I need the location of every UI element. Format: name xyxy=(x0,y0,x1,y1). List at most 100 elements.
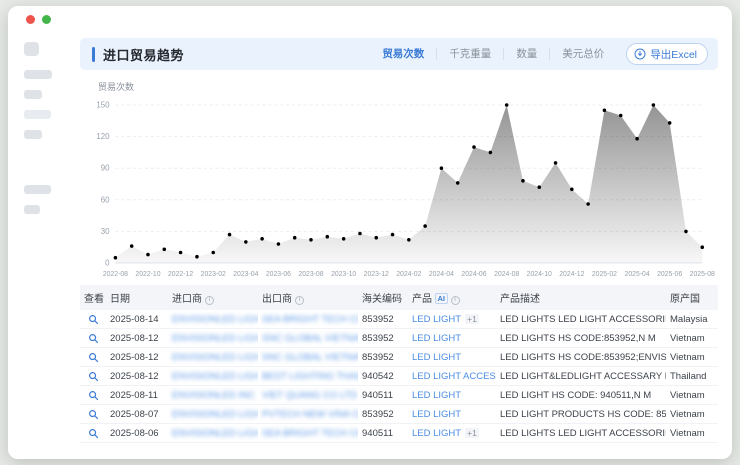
table-row[interactable]: 2025-08-12 ENVISIONLED LIGHTING INC SNC … xyxy=(80,348,718,367)
svg-text:2023-12: 2023-12 xyxy=(364,271,389,278)
window-titlebar xyxy=(8,6,732,32)
svg-text:2023-02: 2023-02 xyxy=(201,271,226,278)
cell-hs-code: 853952 xyxy=(358,348,408,367)
view-search-icon[interactable] xyxy=(88,352,99,363)
product-extra-badge[interactable]: +1 xyxy=(465,314,479,324)
cell-origin-country: Vietnam xyxy=(666,329,718,348)
svg-text:2024-04: 2024-04 xyxy=(429,271,454,278)
product-link[interactable]: LED LIGHT xyxy=(412,428,461,439)
cell-origin-country: Malaysia xyxy=(666,310,718,329)
cell-description: LED LIGHT HS CODE: 940511,N M xyxy=(496,386,666,405)
exporter-link[interactable]: SEA BRIGHT TECH CO LTD xyxy=(262,314,358,325)
cell-origin-country: Vietnam xyxy=(666,348,718,367)
importer-link[interactable]: ENVISIONLED LIGHTING INC xyxy=(172,314,258,325)
window-close-button[interactable] xyxy=(26,15,35,24)
cell-description: LED LIGHTS HS CODE:853952,N M xyxy=(496,329,666,348)
exporter-link[interactable]: SNC GLOBAL VIETNAM CO xyxy=(262,352,358,363)
importer-link[interactable]: ENVISIONLED LIGHTING INC xyxy=(172,428,258,439)
svg-text:2025-02: 2025-02 xyxy=(592,271,617,278)
table-row[interactable]: 2025-08-12 ENVISIONLED LIGHTING INC BEST… xyxy=(80,367,718,386)
product-link[interactable]: LED LIGHT xyxy=(412,409,461,420)
export-excel-label: 导出Excel xyxy=(650,47,697,62)
product-link[interactable]: LED LIGHT xyxy=(412,352,461,363)
col-hs-code: 海关编码 xyxy=(358,285,408,310)
col-origin-country: 原产国 xyxy=(666,285,718,310)
svg-text:2024-10: 2024-10 xyxy=(527,271,552,278)
importer-link[interactable]: ENVISIONLED LIGHTING INC xyxy=(172,371,258,382)
tab-trade-count[interactable]: 贸易次数 xyxy=(370,48,436,60)
col-importer: 进口商 xyxy=(168,285,258,310)
export-excel-button[interactable]: 导出Excel xyxy=(626,43,708,65)
col-date: 日期 xyxy=(106,285,168,310)
cell-date: 2025-08-14 xyxy=(106,310,168,329)
product-link[interactable]: LED LIGHT ACCESSORY xyxy=(412,371,496,382)
exporter-link[interactable]: BEST LIGHTING THAILAND CO xyxy=(262,371,358,382)
table-row[interactable]: 2025-08-11 ENVISIONLED INC VIET QUANG CO… xyxy=(80,386,718,405)
col-description: 产品描述 xyxy=(496,285,666,310)
exporter-link[interactable]: PVTECH NEW VINA CO LTD xyxy=(262,409,358,420)
sidebar-item[interactable] xyxy=(24,205,40,214)
chart-header: 进口贸易趋势 贸易次数 千克重量 数量 美元总价 导出Excel xyxy=(80,38,718,70)
svg-text:60: 60 xyxy=(101,195,110,204)
col-view: 查看 xyxy=(80,285,106,310)
svg-text:2024-08: 2024-08 xyxy=(494,271,519,278)
metric-tabs: 贸易次数 千克重量 数量 美元总价 xyxy=(370,48,616,60)
col-exporter-label: 出口商 xyxy=(262,294,292,305)
cell-date: 2025-08-07 xyxy=(106,405,168,424)
view-search-icon[interactable] xyxy=(88,428,99,439)
product-link[interactable]: LED LIGHT xyxy=(412,333,461,344)
importer-link[interactable]: ENVISIONLED LIGHTING INC xyxy=(172,333,258,344)
tab-usd-total[interactable]: 美元总价 xyxy=(549,48,616,60)
exporter-link[interactable]: SEA BRIGHT TECH CO LTD xyxy=(262,428,358,439)
ai-badge: AI xyxy=(435,293,448,304)
main-panel: 进口贸易趋势 贸易次数 千克重量 数量 美元总价 导出Excel 贸易次数 03… xyxy=(66,32,732,459)
view-search-icon[interactable] xyxy=(88,371,99,382)
view-search-icon[interactable] xyxy=(88,390,99,401)
download-icon xyxy=(634,48,646,60)
exporter-link[interactable]: SNC GLOBAL VIETNAM CO xyxy=(262,333,358,344)
y-axis-name: 贸易次数 xyxy=(98,80,716,93)
info-icon[interactable] xyxy=(205,296,214,305)
sidebar-nav xyxy=(8,32,66,459)
cell-date: 2025-08-06 xyxy=(106,424,168,443)
info-icon[interactable] xyxy=(451,296,460,305)
product-link[interactable]: LED LIGHT xyxy=(412,314,461,325)
view-search-icon[interactable] xyxy=(88,314,99,325)
cell-hs-code: 940511 xyxy=(358,386,408,405)
sidebar-item[interactable] xyxy=(24,90,42,99)
tab-quantity[interactable]: 数量 xyxy=(503,48,549,60)
svg-text:2023-04: 2023-04 xyxy=(233,271,258,278)
cell-origin-country: Vietnam xyxy=(666,424,718,443)
sidebar-item[interactable] xyxy=(24,70,52,79)
product-link[interactable]: LED LIGHT xyxy=(412,390,461,401)
view-search-icon[interactable] xyxy=(88,333,99,344)
cell-description: LED LIGHT PRODUCTS HS CODE: 853952,NUWAT… xyxy=(496,405,666,424)
svg-text:2025-08: 2025-08 xyxy=(690,271,715,278)
cell-description: LED LIGHT&LEDLIGHT ACCESSARY HS CODE: 94… xyxy=(496,367,666,386)
col-product-label: 产品 xyxy=(412,294,432,305)
window-maximize-button[interactable] xyxy=(42,15,51,24)
importer-link[interactable]: ENVISIONLED LIGHTING INC xyxy=(172,409,258,420)
info-icon[interactable] xyxy=(295,296,304,305)
importer-link[interactable]: ENVISIONLED LIGHTING INC xyxy=(172,352,258,363)
table-header-row: 查看 日期 进口商 出口商 海关编码 产品AI 产品描述 原产国 xyxy=(80,285,718,310)
importer-link[interactable]: ENVISIONLED INC xyxy=(172,390,255,401)
col-importer-label: 进口商 xyxy=(172,294,202,305)
sidebar-item[interactable] xyxy=(24,130,42,139)
table-row[interactable]: 2025-08-12 ENVISIONLED LIGHTING INC SNC … xyxy=(80,329,718,348)
app-window: 进口贸易趋势 贸易次数 千克重量 数量 美元总价 导出Excel 贸易次数 03… xyxy=(8,6,732,459)
svg-text:2024-12: 2024-12 xyxy=(559,271,584,278)
view-search-icon[interactable] xyxy=(88,409,99,420)
sidebar-item[interactable] xyxy=(24,110,51,119)
cell-origin-country: Vietnam xyxy=(666,405,718,424)
trade-trend-area-chart[interactable]: 03060901201502022-082022-102022-122023-0… xyxy=(84,95,716,281)
exporter-link[interactable]: VIET QUANG CO LTD xyxy=(262,390,357,401)
tab-kg-weight[interactable]: 千克重量 xyxy=(436,48,503,60)
table-row[interactable]: 2025-08-06 ENVISIONLED LIGHTING INC SEA … xyxy=(80,424,718,443)
table-row[interactable]: 2025-08-14 ENVISIONLED LIGHTING INC SEA … xyxy=(80,310,718,329)
sidebar-item[interactable] xyxy=(24,185,51,194)
cell-date: 2025-08-12 xyxy=(106,329,168,348)
product-extra-badge[interactable]: +1 xyxy=(465,428,479,438)
table-row[interactable]: 2025-08-07 ENVISIONLED LIGHTING INC PVTE… xyxy=(80,405,718,424)
col-exporter: 出口商 xyxy=(258,285,358,310)
